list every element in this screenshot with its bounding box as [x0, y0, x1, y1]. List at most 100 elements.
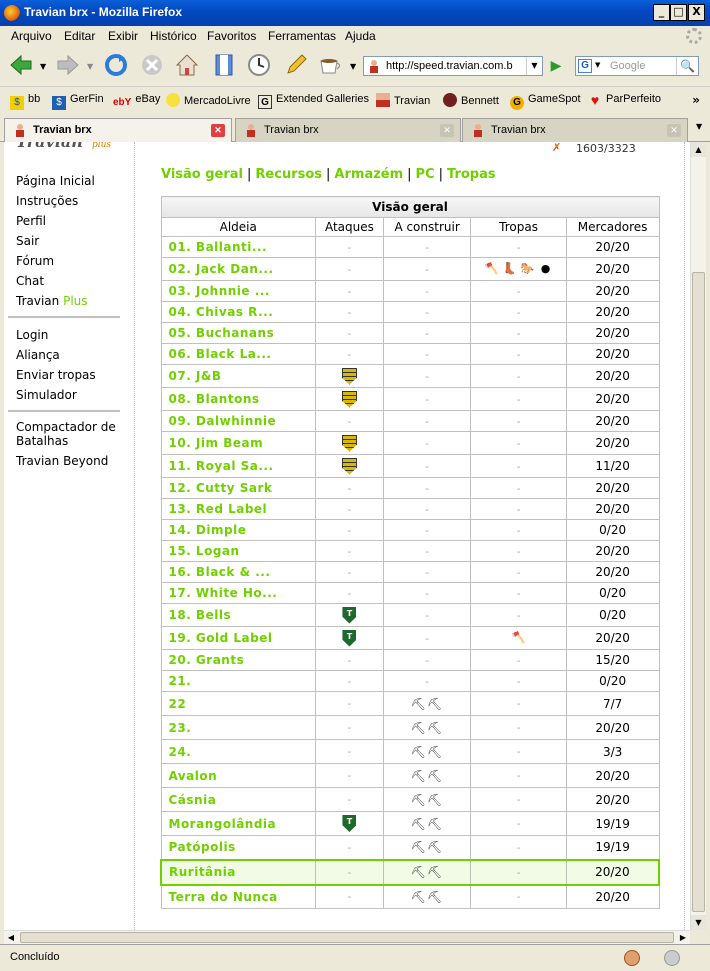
coffee-cup-icon[interactable]: [317, 52, 343, 78]
own-attack-shield-icon[interactable]: T: [342, 629, 357, 647]
menu-ferramentas[interactable]: Ferramentas: [268, 29, 336, 43]
sidebar-item-forum[interactable]: Fórum: [16, 251, 95, 271]
edit-pencil-icon[interactable]: [283, 52, 309, 78]
construction-tools-icon[interactable]: ⛏⛏: [411, 817, 443, 831]
search-engine-icon[interactable]: G: [578, 59, 592, 73]
search-magnifier-icon[interactable]: 🔍: [676, 57, 698, 75]
village-name-link[interactable]: 01. Ballanti...: [160, 236, 317, 258]
home-icon[interactable]: [174, 52, 200, 78]
forward-arrow-icon[interactable]: [55, 52, 81, 78]
subnav-recursos[interactable]: Recursos: [255, 167, 322, 182]
search-engine-dropdown-icon[interactable]: ▼: [595, 61, 600, 69]
bookmarks-sidebar-icon[interactable]: [211, 52, 237, 78]
sidebar-item-chat[interactable]: Chat: [16, 271, 95, 291]
construction-tools-icon[interactable]: ⛏⛏: [411, 721, 443, 735]
village-name-link[interactable]: 19. Gold Label: [160, 626, 317, 650]
horizontal-scroll-thumb[interactable]: [20, 932, 674, 943]
construction-tools-icon[interactable]: ⛏⛏: [411, 890, 443, 904]
sidebar-item-alianca[interactable]: Aliança: [16, 345, 96, 365]
village-name-link[interactable]: Morangolândia: [160, 811, 317, 836]
scout-boot-icon[interactable]: 👢: [502, 262, 518, 276]
village-name-link[interactable]: 22: [160, 691, 317, 716]
subnav-pc[interactable]: PC: [416, 167, 435, 182]
sidebar-item-sair[interactable]: Sair: [16, 231, 95, 251]
village-name-link[interactable]: 23.: [160, 715, 317, 740]
construction-tools-icon[interactable]: ⛏⛏: [411, 793, 443, 807]
menu-exibir[interactable]: Exibir: [108, 29, 138, 43]
village-name-link[interactable]: 20. Grants: [160, 649, 317, 671]
village-name-link[interactable]: Ruritânia: [160, 858, 317, 886]
subnav-visao-geral[interactable]: Visão geral: [161, 167, 243, 182]
village-name-link[interactable]: 09. Dalwhinnie: [160, 410, 317, 432]
scroll-right-arrow-icon[interactable]: ▶: [676, 931, 690, 944]
stop-icon[interactable]: [139, 52, 165, 78]
village-name-link[interactable]: Terra do Nunca: [160, 884, 317, 909]
construction-tools-icon[interactable]: ⛏⛏: [411, 840, 443, 854]
bookmark-ebay[interactable]: ebY eBay: [113, 93, 160, 110]
back-history-dropdown-icon[interactable]: ▼: [40, 62, 46, 71]
village-name-link[interactable]: 13. Red Label: [160, 498, 317, 520]
reload-icon[interactable]: [103, 52, 129, 78]
sidebar-item-instrucoes[interactable]: Instruções: [16, 191, 95, 211]
village-name-link[interactable]: 08. Blantons: [160, 387, 317, 411]
sidebar-item-travian-plus[interactable]: Travian Plus: [16, 291, 95, 311]
minimize-button[interactable]: _: [653, 4, 670, 21]
vertical-scrollbar[interactable]: ▲ ▼: [690, 142, 706, 930]
menu-historico[interactable]: Histórico: [150, 29, 197, 43]
sidebar-item-perfil[interactable]: Perfil: [16, 211, 95, 231]
subnav-armazem[interactable]: Armazém: [334, 167, 403, 182]
forward-history-dropdown-icon[interactable]: ▼: [87, 62, 93, 71]
own-attack-shield-icon[interactable]: T: [342, 815, 357, 832]
village-name-link[interactable]: 11. Royal Sa...: [160, 454, 317, 478]
own-attack-shield-icon[interactable]: T: [342, 606, 357, 624]
bookmark-bb[interactable]: $ bb: [10, 93, 40, 110]
tab-travian-2[interactable]: Travian brx ✕: [235, 118, 461, 142]
scroll-left-arrow-icon[interactable]: ◀: [4, 931, 18, 944]
search-box[interactable]: G ▼ Google 🔍: [575, 56, 699, 76]
tab-travian-1[interactable]: Travian brx ✕: [4, 118, 232, 143]
construction-tools-icon[interactable]: ⛏⛏: [411, 745, 443, 759]
village-name-link[interactable]: 16. Black & ...: [160, 561, 317, 583]
village-name-link[interactable]: 10. Jim Beam: [160, 431, 317, 455]
bookmark-mercadolivre[interactable]: MercadoLivre: [166, 93, 251, 107]
village-name-link[interactable]: 02. Jack Dan...: [160, 257, 317, 281]
incoming-attack-shield-icon[interactable]: [341, 390, 357, 408]
addon-status-icon[interactable]: [624, 950, 640, 966]
village-name-link[interactable]: 03. Johnnie ...: [160, 280, 317, 302]
address-url[interactable]: http://speed.travian.com.b: [386, 60, 521, 72]
coffee-dropdown-icon[interactable]: ▼: [350, 62, 356, 71]
close-tab-icon[interactable]: ✕: [667, 124, 681, 137]
incoming-attack-shield-icon[interactable]: [341, 457, 357, 475]
bookmark-parperfeito[interactable]: ♥ ParPerfeito: [588, 93, 661, 107]
menu-editar[interactable]: Editar: [64, 29, 95, 43]
tab-travian-3[interactable]: Travian brx ✕: [462, 118, 688, 142]
village-name-link[interactable]: 04. Chivas R...: [160, 301, 317, 323]
go-arrow-icon[interactable]: ▶: [547, 57, 565, 75]
bookmark-gamespot[interactable]: G GameSpot: [510, 93, 581, 110]
maximize-button[interactable]: □: [670, 4, 687, 21]
village-name-link[interactable]: Cásnia: [160, 787, 317, 812]
village-name-link[interactable]: 14. Dimple: [160, 519, 317, 541]
scroll-down-arrow-icon[interactable]: ▼: [691, 915, 706, 930]
sidebar-item-pagina-inicial[interactable]: Página Inicial: [16, 171, 95, 191]
bookmark-travian[interactable]: Travian: [376, 93, 430, 107]
ram-stone-icon[interactable]: ●: [538, 262, 554, 276]
address-bar[interactable]: http://speed.travian.com.b ▼: [363, 56, 543, 76]
bookmark-gerfin[interactable]: $ GerFin: [52, 93, 104, 110]
incoming-attack-shield-icon[interactable]: [341, 434, 357, 452]
incoming-attack-shield-icon[interactable]: [341, 367, 357, 385]
sidebar-item-travian-beyond[interactable]: Travian Beyond: [16, 454, 126, 468]
village-name-link[interactable]: Avalon: [160, 763, 317, 788]
history-clock-icon[interactable]: [246, 52, 272, 78]
village-name-link[interactable]: 18. Bells: [160, 603, 317, 627]
village-name-link[interactable]: 06. Black La...: [160, 343, 317, 365]
village-name-link[interactable]: 15. Logan: [160, 540, 317, 562]
close-tab-icon[interactable]: ✕: [211, 124, 225, 137]
sidebar-item-compactador[interactable]: Compactador de Batalhas: [16, 420, 126, 448]
village-name-link[interactable]: 05. Buchanans: [160, 322, 317, 344]
construction-tools-icon[interactable]: ⛏⛏: [411, 697, 443, 711]
horizontal-scrollbar[interactable]: ◀ ▶: [4, 930, 690, 944]
horse-icon[interactable]: 🐎: [520, 262, 536, 276]
close-window-button[interactable]: X: [688, 4, 705, 21]
village-name-link[interactable]: 21.: [160, 670, 317, 692]
